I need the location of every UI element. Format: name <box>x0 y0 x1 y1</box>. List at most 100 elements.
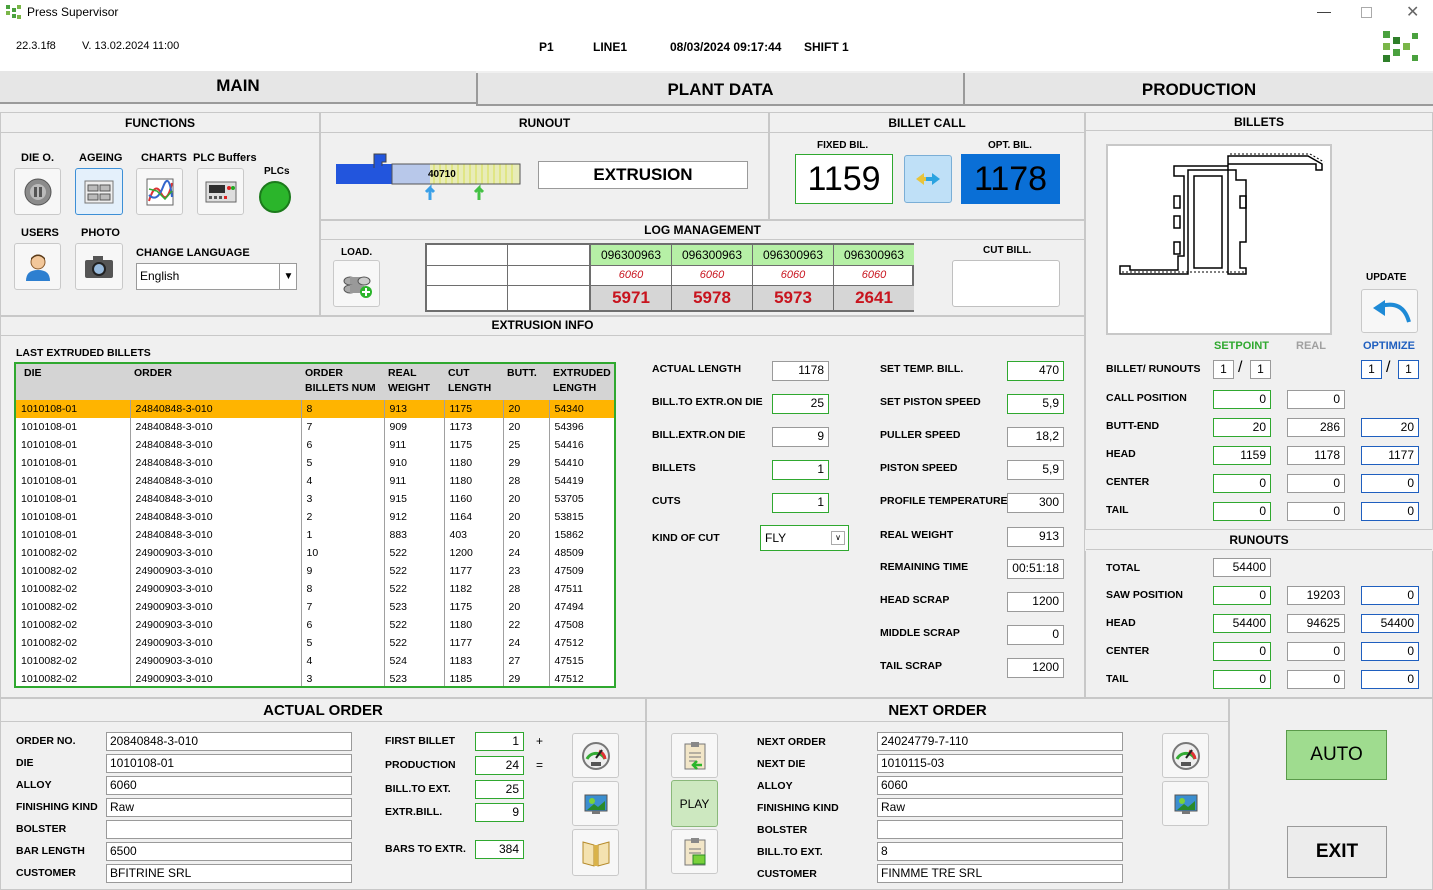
maximize-button[interactable] <box>1361 7 1372 18</box>
billet-runouts-opt-b[interactable]: 1 <box>1398 360 1419 379</box>
table-cell: 24840848-3-010 <box>129 508 301 526</box>
billet-setpoint-value[interactable]: 0 <box>1213 502 1271 521</box>
table-cell: 1010082-02 <box>21 618 78 631</box>
kind-of-cut-select[interactable]: FLY ∨ <box>760 525 849 551</box>
tab-main[interactable]: MAIN <box>0 71 476 104</box>
load-button[interactable] <box>333 260 380 307</box>
log-length: 2641 <box>834 286 914 310</box>
info-field-value[interactable]: 470 <box>1007 361 1064 381</box>
users-button[interactable] <box>14 243 61 290</box>
info-field-label: ACTUAL LENGTH <box>652 363 742 375</box>
last-billets-label: LAST EXTRUDED BILLETS <box>16 347 151 359</box>
table-row[interactable]: 1010108-01 24840848-3-010 2 912 1164 20 53815 <box>16 508 614 526</box>
order-image-button[interactable] <box>572 781 619 826</box>
log-length: 5978 <box>672 286 752 310</box>
auto-button[interactable]: AUTO <box>1286 730 1387 780</box>
log-column[interactable]: 096300963 6060 2641 <box>833 245 914 310</box>
table-row[interactable]: 1010082-02 24900903-3-010 7 523 1175 20 47494 <box>16 598 614 616</box>
plc-status-indicator[interactable] <box>259 181 291 213</box>
next-order-field-label: NEXT ORDER <box>757 736 826 748</box>
order-gauge-button[interactable] <box>572 733 619 778</box>
log-column[interactable]: 096300963 6060 5971 <box>590 245 671 310</box>
close-button[interactable]: ✕ <box>1406 2 1419 22</box>
tab-production[interactable]: PRODUCTION <box>963 73 1433 106</box>
table-cell: 913 <box>383 400 444 418</box>
table-row[interactable]: 1010082-02 24900903-3-010 10 522 1200 24 48509 <box>16 544 614 562</box>
runout-optimize-value[interactable]: 0 <box>1361 586 1419 605</box>
table-row[interactable]: 1010082-02 24900903-3-010 6 522 1180 22 47508 <box>16 616 614 634</box>
runout-optimize-value[interactable]: 0 <box>1361 670 1419 689</box>
table-cell: 24840848-3-010 <box>129 454 301 472</box>
table-cell: 1010108-01 <box>21 456 78 469</box>
billet-runouts-sp-b[interactable]: 1 <box>1250 360 1271 379</box>
next-order-image-button[interactable] <box>1162 781 1209 826</box>
order-field-label: BOLSTER <box>16 823 67 835</box>
photo-button[interactable] <box>75 243 123 290</box>
table-row[interactable]: 1010108-01 24840848-3-010 3 915 1160 20 53705 <box>16 490 614 508</box>
table-row[interactable]: 1010108-01 24840848-3-010 6 911 1175 25 54416 <box>16 436 614 454</box>
billet-setpoint-value[interactable]: 0 <box>1213 390 1271 409</box>
table-row[interactable]: 1010082-02 24900903-3-010 9 522 1177 23 47509 <box>16 562 614 580</box>
log-column[interactable]: 096300963 6060 5978 <box>671 245 752 310</box>
line-id: LINE1 <box>593 40 628 54</box>
play-button[interactable]: PLAY <box>671 780 718 827</box>
billet-setpoint-value[interactable]: 0 <box>1213 474 1271 493</box>
info-field-value: 913 <box>1007 527 1064 547</box>
table-row[interactable]: 1010108-01 24840848-3-010 4 911 1180 28 54419 <box>16 472 614 490</box>
charts-button[interactable] <box>136 168 183 215</box>
ageing-button[interactable] <box>75 168 123 215</box>
info-field-value[interactable]: 1 <box>772 460 829 480</box>
column-header: ORDER BILLETS NUM <box>305 367 376 394</box>
log-id: 096300963 <box>834 245 914 266</box>
table-row[interactable]: 1010108-01 24840848-3-010 7 909 1173 20 54396 <box>16 418 614 436</box>
runout-setpoint-value[interactable]: 54400 <box>1213 614 1271 633</box>
runout-optimize-value[interactable]: 54400 <box>1361 614 1419 633</box>
billet-optimize-value[interactable]: 20 <box>1361 418 1419 437</box>
swap-billet-button[interactable] <box>904 155 952 203</box>
billet-setpoint-value[interactable]: 1159 <box>1213 446 1271 465</box>
billet-optimize-value[interactable]: 0 <box>1361 502 1419 521</box>
update-button[interactable] <box>1361 289 1418 333</box>
language-select[interactable]: English ▼ <box>136 263 297 290</box>
table-row[interactable]: 1010108-01 24840848-3-010 1 883 403 20 15862 <box>16 526 614 544</box>
table-row[interactable]: 1010082-02 24900903-3-010 5 522 1177 24 47512 <box>16 634 614 652</box>
table-cell: 522 <box>383 544 444 562</box>
billet-setpoint-value[interactable]: 20 <box>1213 418 1271 437</box>
tab-plant-data[interactable]: PLANT DATA <box>476 73 963 106</box>
info-field-value[interactable]: 1 <box>772 493 829 513</box>
billet-runouts-sp-a[interactable]: 1 <box>1213 360 1234 379</box>
billet-runouts-opt-a[interactable]: 1 <box>1361 360 1382 379</box>
camera-icon <box>85 255 113 278</box>
language-value: English <box>140 269 180 283</box>
die-button[interactable] <box>14 168 61 215</box>
table-row[interactable]: 1010082-02 24900903-3-010 4 524 1183 27 47515 <box>16 652 614 670</box>
load-next-order-button[interactable] <box>671 733 718 778</box>
table-cell: 1183 <box>443 652 503 670</box>
table-row[interactable]: 1010082-02 24900903-3-010 3 523 1185 29 47512 <box>16 670 614 686</box>
plc-buffers-button[interactable] <box>197 168 244 215</box>
order-documents-button[interactable] <box>572 829 619 876</box>
billet-optimize-value[interactable]: 0 <box>1361 474 1419 493</box>
runout-setpoint-value[interactable]: 0 <box>1213 670 1271 689</box>
order-field-value: BFITRINE SRL <box>106 864 352 883</box>
info-field-value[interactable]: 5,9 <box>1007 394 1064 414</box>
minimize-button[interactable]: — <box>1317 3 1331 19</box>
table-row[interactable]: 1010108-01 24840848-3-010 5 910 1180 29 54410 <box>16 454 614 472</box>
table-cell: 53815 <box>548 508 614 526</box>
runout-setpoint-value[interactable]: 0 <box>1213 642 1271 661</box>
info-field-value[interactable]: 25 <box>772 394 829 414</box>
table-cell: 1185 <box>443 670 503 686</box>
next-order-list-button[interactable] <box>671 829 718 874</box>
exit-button[interactable]: EXIT <box>1287 826 1387 878</box>
refresh-arrow-icon <box>1372 300 1411 323</box>
die-icon <box>24 178 51 205</box>
table-cell: 22 <box>502 616 549 634</box>
next-order-gauge-button[interactable] <box>1162 733 1209 778</box>
log-column[interactable]: 096300963 6060 5973 <box>752 245 833 310</box>
runout-optimize-value[interactable]: 0 <box>1361 642 1419 661</box>
table-row[interactable]: 1010108-01 24840848-3-010 8 913 1175 20 54340 <box>16 400 614 418</box>
billet-optimize-value[interactable]: 1177 <box>1361 446 1419 465</box>
runout-setpoint-value[interactable]: 0 <box>1213 586 1271 605</box>
table-cell: 24840848-3-010 <box>129 490 301 508</box>
table-row[interactable]: 1010082-02 24900903-3-010 8 522 1182 28 47511 <box>16 580 614 598</box>
